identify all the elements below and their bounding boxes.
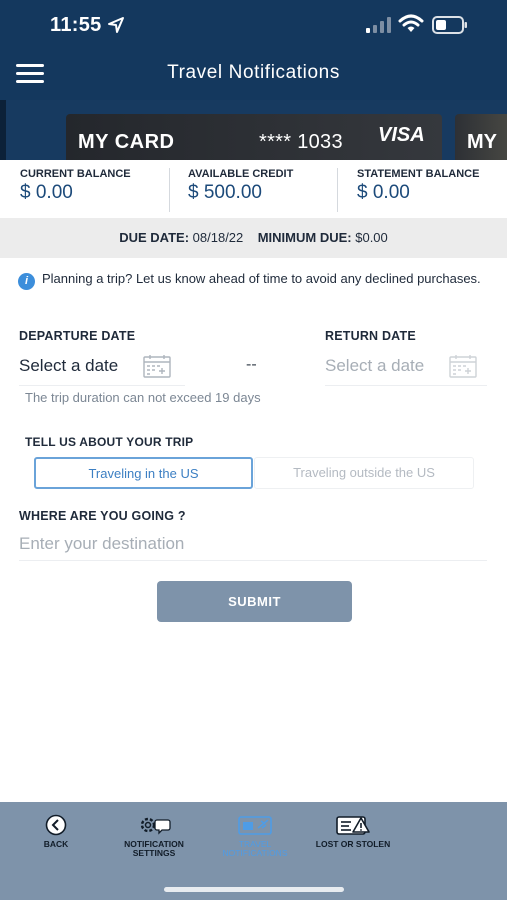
card-warning-icon: [336, 816, 370, 835]
balance-summary: CURRENT BALANCE $ 0.00 AVAILABLE CREDIT …: [0, 160, 507, 218]
info-text: Planning a trip? Let us know ahead of ti…: [42, 271, 481, 286]
next-card-name: MY: [467, 131, 497, 153]
traveling-in-us-option[interactable]: Traveling in the US: [34, 457, 253, 489]
card-number: **** 1033: [259, 131, 343, 153]
selected-card[interactable]: MY CARD **** 1033 VISA: [66, 114, 442, 160]
departure-date-placeholder: Select a date: [19, 356, 119, 375]
available-credit-value: $ 500.00: [188, 182, 262, 203]
app-header: 11:55 Travel Notifications: [0, 0, 507, 100]
submit-button[interactable]: SUBMIT: [157, 581, 352, 622]
statement-balance-value: $ 0.00: [357, 182, 410, 203]
home-indicator[interactable]: [164, 887, 344, 892]
due-date-label: DUE DATE:: [119, 230, 190, 245]
nav-notification-settings[interactable]: NOTIFICATION SETTINGS: [114, 814, 194, 858]
departure-date-label: DEPARTURE DATE: [19, 329, 136, 343]
battery-icon: [432, 16, 467, 34]
current-balance-label: CURRENT BALANCE: [20, 168, 131, 180]
cellular-signal-icon: [366, 17, 391, 33]
date-range-separator: --: [246, 356, 257, 373]
destination-input[interactable]: [19, 527, 487, 561]
card-name: MY CARD: [78, 131, 175, 153]
nav-back[interactable]: BACK: [36, 814, 76, 849]
status-time: 11:55: [50, 14, 102, 36]
info-icon: i: [18, 273, 35, 290]
next-card[interactable]: MY: [455, 114, 507, 160]
return-date-label: RETURN DATE: [325, 329, 416, 343]
previous-card-edge[interactable]: [0, 100, 6, 160]
nav-travel-notifications-label: TRAVEL NOTIFICATIONS: [222, 839, 288, 858]
card-plane-icon: [238, 816, 272, 835]
current-balance-value: $ 0.00: [20, 182, 73, 203]
wifi-icon: [398, 14, 424, 32]
statement-balance-label: STATEMENT BALANCE: [357, 168, 480, 180]
divider: [337, 168, 338, 212]
minimum-due-value: $0.00: [355, 230, 388, 245]
nav-lost-or-stolen-label: LOST OR STOLEN: [315, 839, 391, 849]
trip-type-label: TELL US ABOUT YOUR TRIP: [25, 435, 194, 449]
calendar-icon: [449, 355, 477, 378]
page-title: Travel Notifications: [167, 62, 340, 83]
nav-lost-or-stolen[interactable]: LOST OR STOLEN: [310, 814, 396, 849]
departure-date-field[interactable]: Select a date: [19, 350, 185, 386]
divider: [169, 168, 170, 212]
available-credit-label: AVAILABLE CREDIT: [188, 168, 294, 180]
location-arrow-icon: [108, 17, 124, 33]
nav-back-label: BACK: [43, 839, 69, 849]
due-summary-bar: DUE DATE: 08/18/22 MINIMUM DUE: $0.00: [0, 218, 507, 258]
trip-duration-hint: The trip duration can not exceed 19 days: [25, 390, 261, 405]
visa-logo: VISA: [378, 124, 425, 146]
bottom-nav: BACK NOTIFICATION SETTINGS TRAVEL NOTIFI…: [0, 802, 507, 900]
due-date-value: 08/18/22: [192, 230, 244, 245]
card-carousel[interactable]: MY CARD **** 1033 VISA MY: [0, 100, 507, 160]
back-circle-icon: [45, 814, 67, 836]
traveling-outside-us-option[interactable]: Traveling outside the US: [254, 457, 474, 489]
return-date-field[interactable]: Select a date: [325, 350, 487, 386]
calendar-icon: [143, 355, 171, 378]
minimum-due-label: MINIMUM DUE:: [257, 230, 352, 245]
return-date-placeholder: Select a date: [325, 356, 425, 375]
gear-chat-icon: [140, 817, 171, 835]
nav-travel-notifications[interactable]: TRAVEL NOTIFICATIONS: [215, 814, 295, 858]
nav-notification-settings-label: NOTIFICATION SETTINGS: [124, 839, 184, 858]
status-bar: 11:55: [0, 0, 507, 50]
destination-label: WHERE ARE YOU GOING ?: [19, 509, 186, 523]
